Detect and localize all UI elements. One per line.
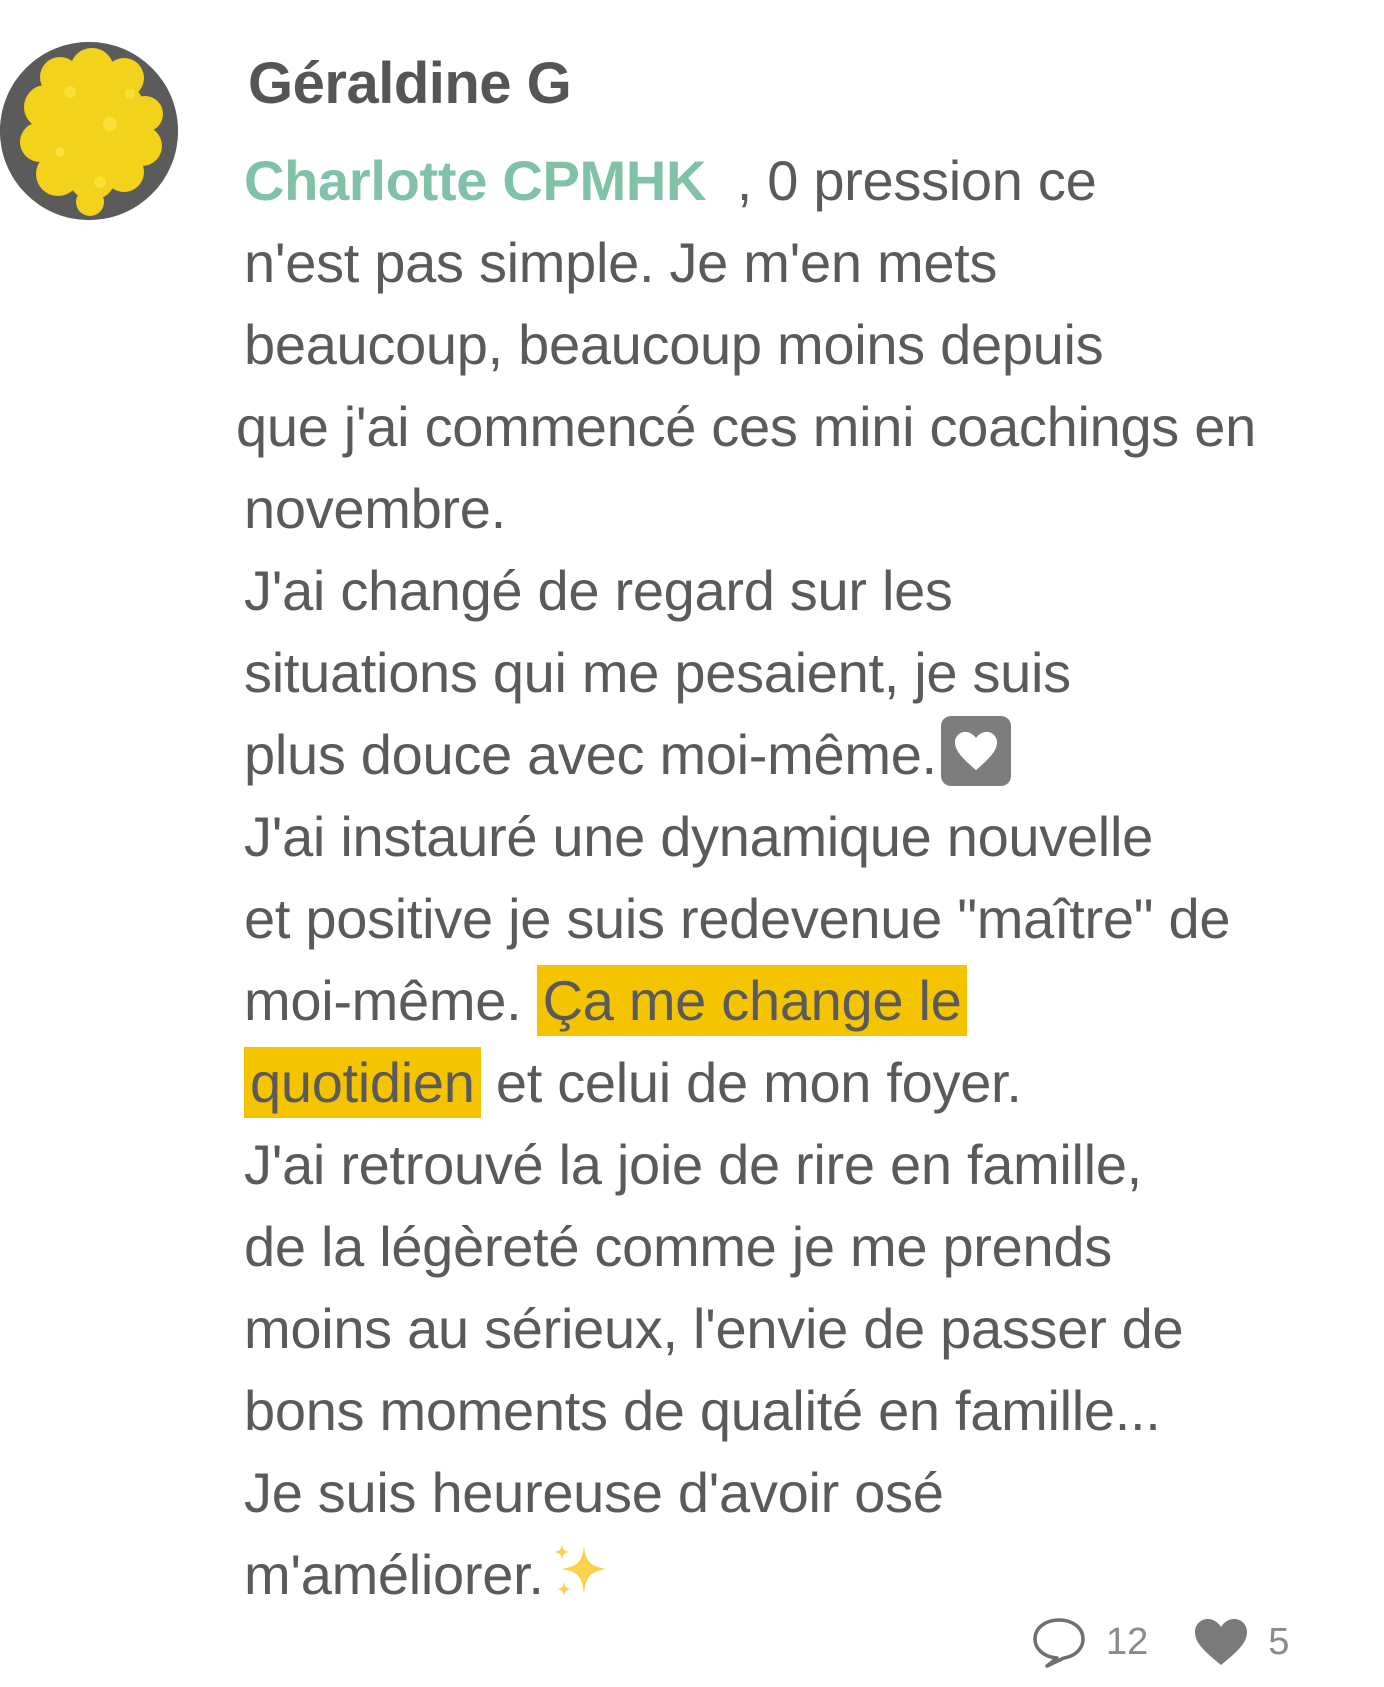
highlighted-text: quotidien <box>244 1047 481 1118</box>
comment-line: quotidien et celui de mon foyer. <box>244 1042 1364 1124</box>
comment-line: de la légèreté comme je me prends <box>244 1215 1112 1278</box>
sparkles-emoji <box>553 1544 606 1596</box>
comment-footer: 12 5 <box>1030 1612 1289 1672</box>
likes-count: 5 <box>1268 1620 1290 1663</box>
comment-author[interactable]: Géraldine G <box>248 50 572 117</box>
comment-line: J'ai instauré une dynamique nouvelle <box>244 805 1153 868</box>
comments-count: 12 <box>1106 1620 1149 1663</box>
comment-line: plus douce avec moi-même. <box>244 714 1364 796</box>
comment-line: situations qui me pesaient, je suis <box>244 641 1071 704</box>
comment-line: et positive je suis redevenue "maître" d… <box>244 887 1231 950</box>
comment-line: moins au sérieux, l'envie de passer de <box>244 1297 1184 1360</box>
comment-line: moi-même. Ça me change le <box>244 960 1364 1042</box>
comment-line: J'ai retrouvé la joie de rire en famille… <box>244 1133 1142 1196</box>
white-heart-emoji <box>940 716 1011 786</box>
comment-line: que j'ai commencé ces mini coachings en <box>236 395 1256 458</box>
avatar[interactable] <box>0 42 178 220</box>
comment-line: beaucoup, beaucoup moins depuis <box>244 313 1104 376</box>
comment-text: plus douce avec moi-même. <box>244 723 937 786</box>
comment-text: moi-même. <box>244 969 522 1032</box>
comment-line: m'améliorer. <box>244 1534 1364 1616</box>
comment-body: Charlotte CPMHK , 0 pression ce n'est pa… <box>236 140 1364 1616</box>
comment-text: m'améliorer. <box>244 1543 544 1606</box>
comment-line: J'ai changé de regard sur les <box>244 559 953 622</box>
heart-icon[interactable] <box>1192 1616 1250 1668</box>
comment-text: et celui de mon foyer. <box>495 1051 1022 1114</box>
comment-line: bons moments de qualité en famille... <box>244 1379 1161 1442</box>
comment-line: Je suis heureuse d'avoir osé <box>244 1461 944 1524</box>
comment-text: , 0 pression ce <box>736 149 1097 212</box>
speech-bubble-icon[interactable] <box>1030 1616 1088 1668</box>
comment-line: novembre. <box>244 477 506 540</box>
mention-link[interactable]: Charlotte CPMHK <box>244 149 706 212</box>
highlighted-text: Ça me change le <box>536 965 968 1036</box>
comment-line: Charlotte CPMHK , 0 pression ce <box>244 140 1364 222</box>
avatar-image <box>0 42 178 220</box>
comment-line: n'est pas simple. Je m'en mets <box>244 231 998 294</box>
